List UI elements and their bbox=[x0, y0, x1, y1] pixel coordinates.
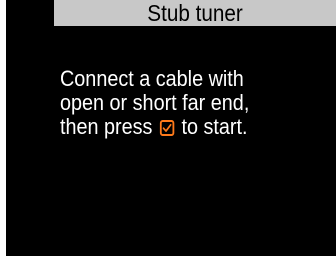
instruction-line-1: Connect a cable with bbox=[60, 66, 244, 91]
instruction-line-3-prefix: then press bbox=[60, 114, 158, 139]
instruction-message: Connect a cable with open or short far e… bbox=[60, 67, 332, 139]
page-title: Stub tuner bbox=[147, 0, 243, 26]
checkbox-icon bbox=[159, 120, 175, 136]
device-screen: Stub tuner Connect a cable with open or … bbox=[6, 0, 336, 256]
instruction-line-2: open or short far end, bbox=[60, 90, 250, 115]
instruction-line-3-suffix: to start. bbox=[181, 114, 248, 139]
instruction-line-3: then press to start. bbox=[60, 115, 305, 139]
title-bar: Stub tuner bbox=[54, 0, 336, 26]
